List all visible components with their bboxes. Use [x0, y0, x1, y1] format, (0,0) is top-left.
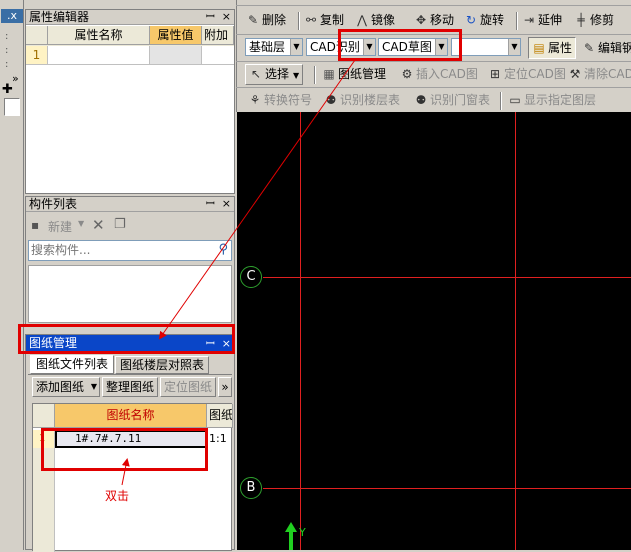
arrow-annotation-to-row: [121, 458, 130, 486]
annotation-arrows: [121, 59, 356, 486]
arrow-toolbar-to-panel: [158, 59, 356, 340]
